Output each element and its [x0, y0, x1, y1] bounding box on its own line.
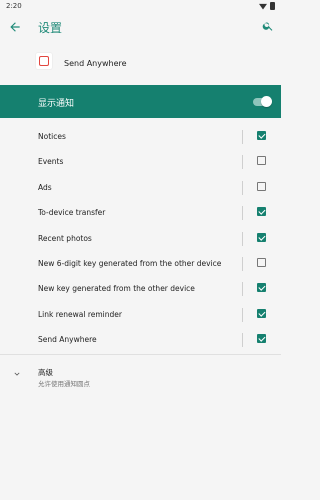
wifi-icon	[259, 3, 267, 10]
category-checkbox[interactable]	[257, 308, 266, 318]
chevron-down-icon	[14, 372, 20, 376]
divider	[242, 155, 243, 170]
list-item[interactable]: New key generated from the other device	[0, 276, 281, 301]
category-checkbox[interactable]	[257, 334, 266, 344]
divider	[242, 180, 243, 195]
divider	[242, 282, 243, 297]
advanced-subtitle: 允许使用通知圆点	[38, 380, 90, 388]
list-item-label: New key generated from the other device	[38, 284, 195, 294]
back-arrow-icon[interactable]	[8, 20, 22, 34]
category-checkbox[interactable]	[257, 131, 266, 140]
category-checkbox[interactable]	[257, 207, 266, 217]
toggle-knob	[261, 96, 272, 107]
category-checkbox[interactable]	[257, 156, 266, 166]
page-title: 设置	[38, 21, 63, 35]
list-item-label: New 6-digit key generated from the other…	[38, 258, 222, 268]
divider	[242, 130, 243, 144]
status-bar: 2:20	[0, 0, 281, 12]
notification-category-list: Notices Events Ads To-device transfer Re…	[0, 124, 281, 353]
show-notifications-toggle[interactable]	[253, 96, 272, 107]
list-item[interactable]: New 6-digit key generated from the other…	[0, 251, 281, 276]
advanced-title: 高级	[38, 368, 53, 377]
battery-icon	[270, 2, 275, 10]
divider	[242, 307, 243, 322]
advanced-section[interactable]: 高级 允许使用通知圆点	[0, 362, 281, 392]
divider	[242, 231, 243, 246]
show-notifications-banner[interactable]: 显示通知	[0, 85, 281, 118]
list-item-label: Link renewal reminder	[38, 309, 122, 319]
category-checkbox[interactable]	[257, 257, 266, 267]
category-checkbox[interactable]	[257, 283, 266, 293]
section-divider	[0, 354, 281, 355]
list-item[interactable]: Send Anywhere	[0, 327, 281, 352]
status-icons	[259, 2, 275, 10]
list-item[interactable]: Events	[0, 149, 281, 174]
list-item[interactable]: To-device transfer	[0, 200, 281, 225]
divider	[242, 206, 243, 221]
divider	[242, 256, 243, 271]
divider	[242, 333, 243, 348]
list-item-label: Notices	[38, 132, 66, 141]
list-item-label: Send Anywhere	[38, 335, 97, 345]
list-item[interactable]: Link renewal reminder	[0, 302, 281, 327]
app-logo	[35, 52, 53, 70]
app-bar: 设置	[0, 12, 281, 42]
category-checkbox[interactable]	[257, 181, 266, 191]
app-info-row: Send Anywhere	[0, 46, 281, 82]
search-icon[interactable]	[262, 20, 274, 32]
list-item[interactable]: Ads	[0, 175, 281, 200]
list-item-label: Recent photos	[38, 233, 92, 243]
list-item[interactable]: Notices	[0, 124, 281, 149]
category-checkbox[interactable]	[257, 232, 266, 242]
list-item-label: Events	[38, 157, 64, 167]
app-name: Send Anywhere	[64, 59, 127, 68]
status-time: 2:20	[6, 2, 22, 10]
list-item-label: To-device transfer	[38, 208, 106, 218]
show-notifications-label: 显示通知	[38, 99, 75, 109]
list-item-label: Ads	[38, 182, 52, 192]
list-item[interactable]: Recent photos	[0, 226, 281, 251]
